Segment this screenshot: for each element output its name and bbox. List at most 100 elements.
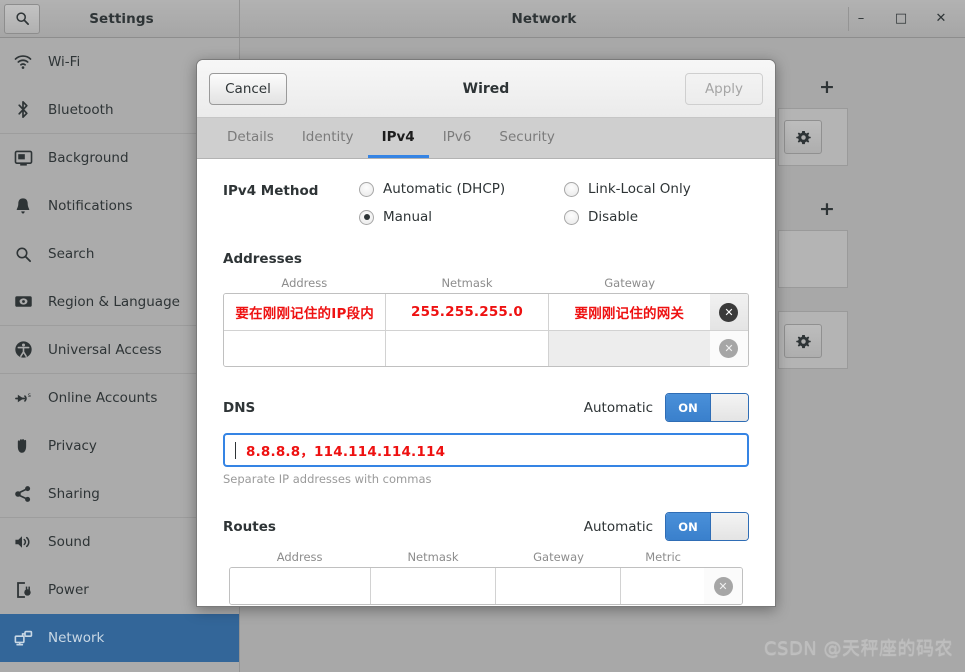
sidebar-item-label: Background [48, 150, 129, 166]
minimize-button[interactable]: – [851, 9, 871, 29]
column-header-gateway: Gateway [533, 550, 584, 564]
dns-annotation: 8.8.8.8，114.114.114.114 [246, 444, 446, 460]
sidebar-item-label: Wi-Fi [48, 54, 81, 70]
sidebar-title: Settings [89, 10, 154, 27]
delete-icon[interactable]: ✕ [719, 339, 739, 358]
radio-indicator [564, 209, 579, 225]
text-cursor [235, 441, 236, 459]
gear-icon [795, 130, 811, 144]
radio-label: Link-Local Only [588, 181, 691, 197]
column-header-address: Address [276, 550, 323, 564]
toggle-knob [710, 394, 748, 421]
network-icon [12, 627, 34, 649]
route-address-input[interactable] [230, 568, 371, 604]
titlebar-divider [848, 6, 849, 31]
window-controls: – □ ✕ [851, 9, 965, 29]
connection-settings-button-1[interactable] [784, 120, 822, 154]
add-connection-button-2[interactable]: + [819, 200, 835, 219]
addresses-label: Addresses [223, 251, 302, 267]
gateway-annotation: 要刚刚记住的网关 [574, 306, 685, 322]
wifi-icon [12, 51, 34, 73]
sidebar-item-label: Universal Access [48, 341, 162, 358]
dns-automatic-toggle[interactable]: ON [665, 393, 749, 422]
sound-icon [12, 531, 34, 553]
dns-header-row: DNS Automatic ON [223, 393, 749, 422]
sidebar-item-label: Sharing [48, 485, 100, 502]
gear-icon [795, 334, 811, 348]
dns-automatic-label: Automatic [583, 399, 653, 416]
route-metric-input[interactable] [621, 568, 704, 604]
cancel-button[interactable]: Cancel [209, 72, 287, 105]
column-header-metric: Metric [645, 550, 682, 564]
route-gateway-input[interactable] [495, 568, 622, 604]
sidebar-item-network[interactable]: Network [0, 614, 239, 662]
delete-icon[interactable]: ✕ [713, 576, 733, 596]
sidebar-item-label: Online Accounts [48, 390, 158, 406]
maximize-button[interactable]: □ [891, 9, 911, 29]
netmask-input-row2[interactable] [386, 331, 549, 366]
main-titlebar: Network – □ ✕ [240, 0, 965, 38]
apply-button[interactable]: Apply [685, 72, 763, 105]
address-input-row1[interactable]: 要在刚刚记住的IP段内 [224, 294, 387, 330]
column-header-spacer [711, 276, 749, 290]
settings-window: Settings Network – □ ✕ Wi-Fi Bluetooth B… [0, 0, 965, 672]
sidebar-item-label: Sound [48, 534, 91, 550]
column-header-spacer [705, 550, 743, 564]
radio-indicator [359, 181, 374, 197]
search-button[interactable] [4, 3, 40, 34]
tab-security[interactable]: Security [485, 118, 568, 158]
ipv4-method-label: IPv4 Method [223, 183, 319, 199]
gateway-input-row2[interactable] [548, 331, 710, 366]
column-header-netmask: Netmask [441, 276, 493, 290]
route-netmask-input[interactable] [370, 568, 496, 604]
dns-automatic-group: Automatic ON [584, 393, 749, 422]
address-row: 要在刚刚记住的IP段内 255.255.255.0 要刚刚记住的网关 ✕ [224, 294, 748, 330]
address-annotation: 要在刚刚记住的IP段内 [235, 306, 374, 322]
column-header-gateway: Gateway [604, 276, 656, 290]
radio-automatic-dhcp[interactable]: Automatic (DHCP) [359, 181, 564, 197]
radio-link-local-only[interactable]: Link-Local Only [564, 181, 691, 197]
radio-label: Disable [588, 209, 639, 225]
addresses-column-headers: Address Netmask Gateway [223, 276, 749, 290]
radio-indicator [359, 209, 374, 225]
tab-ipv6[interactable]: IPv6 [429, 118, 486, 158]
sidebar-item-label: Search [48, 246, 95, 262]
gateway-input-row1[interactable]: 要刚刚记住的网关 [548, 294, 710, 330]
delete-icon[interactable]: ✕ [719, 302, 739, 322]
dns-servers-input[interactable]: 8.8.8.8，114.114.114.114 [223, 433, 749, 467]
tab-details[interactable]: Details [213, 118, 288, 158]
connection-settings-button-2[interactable] [784, 324, 822, 358]
radio-label: Manual [383, 209, 433, 225]
netmask-annotation: 255.255.255.0 [411, 304, 523, 320]
tab-identity[interactable]: Identity [288, 118, 368, 158]
tab-ipv4[interactable]: IPv4 [367, 118, 429, 158]
routes-automatic-toggle[interactable]: ON [665, 512, 749, 541]
routes-automatic-label: Automatic [583, 518, 653, 535]
add-connection-button-1[interactable]: + [819, 78, 835, 97]
radio-disable[interactable]: Disable [564, 209, 691, 225]
bluetooth-icon [12, 99, 34, 121]
universal-access-icon [12, 339, 34, 361]
address-input-row2[interactable] [224, 331, 387, 366]
region-language-icon [12, 291, 34, 313]
wired-connection-dialog: Cancel Wired Apply Details Identity IPv4… [196, 59, 776, 607]
close-button[interactable]: ✕ [931, 9, 951, 29]
sidebar-item-label: Bluetooth [48, 101, 114, 118]
netmask-input-row1[interactable]: 255.255.255.0 [386, 294, 549, 330]
routes-label: Routes [223, 518, 276, 535]
routes-table: ✕ [229, 567, 743, 605]
online-accounts-icon: s [12, 387, 34, 409]
sidebar-item-label: Region & Language [48, 293, 180, 310]
search-icon [12, 243, 34, 265]
radio-indicator [564, 181, 579, 197]
address-row: ✕ [224, 330, 748, 366]
toggle-knob [710, 513, 748, 540]
connection-card-2 [778, 230, 848, 288]
dns-hint: Separate IP addresses with commas [223, 472, 432, 486]
delete-address-row2-cell: ✕ [709, 331, 748, 366]
radio-manual[interactable]: Manual [359, 209, 564, 225]
power-icon [12, 579, 34, 601]
page-title: Network [511, 10, 577, 27]
sidebar-item-label: Notifications [48, 198, 133, 214]
column-header-address: Address [281, 276, 328, 290]
